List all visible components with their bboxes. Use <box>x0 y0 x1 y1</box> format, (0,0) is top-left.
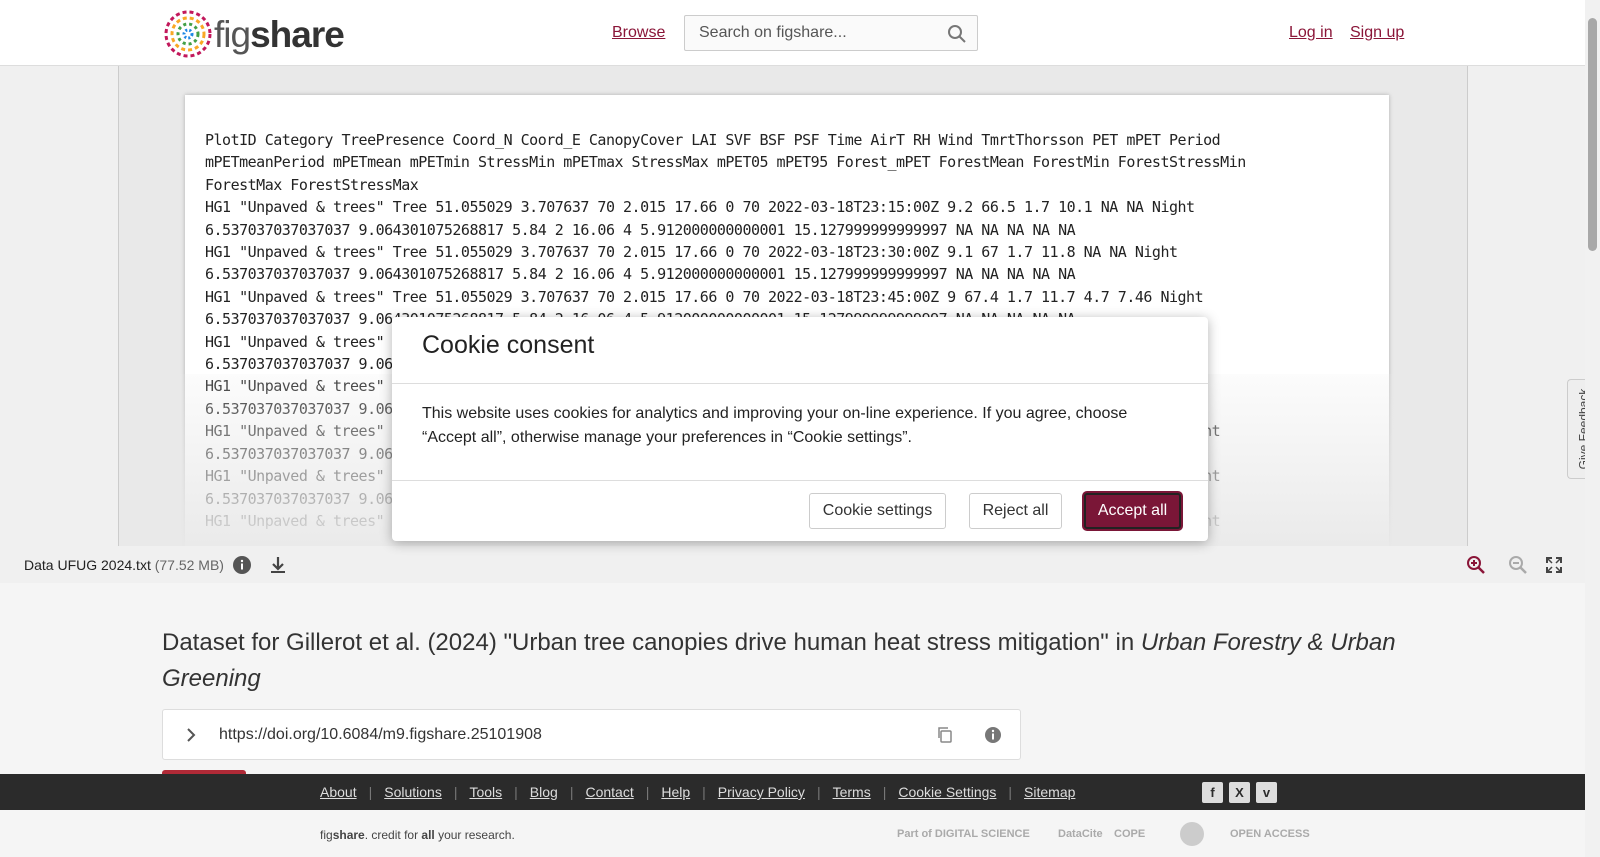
footer-separator: | <box>816 784 821 800</box>
search-box <box>684 15 978 51</box>
signup-link[interactable]: Sign up <box>1350 24 1404 42</box>
datacite-logo[interactable]: DataCite <box>1058 822 1103 846</box>
text-line: HG1 "Unpaved & trees" Tree 51.055029 3.7… <box>205 243 1178 262</box>
accept-all-button[interactable]: Accept all <box>1084 493 1181 529</box>
footer-separator: | <box>645 784 650 800</box>
info-icon[interactable] <box>232 555 252 575</box>
chevron-right-icon[interactable] <box>181 725 201 745</box>
text-line: PlotID Category TreePresence Coord_N Coo… <box>205 131 1221 149</box>
facebook-icon[interactable]: f <box>1202 782 1223 803</box>
digital-science-logo[interactable]: Part of DIGITAL SCIENCE <box>897 822 1030 846</box>
logo-text: figshare <box>214 13 345 55</box>
footer-link-solutions[interactable]: Solutions <box>384 784 442 800</box>
doi-link[interactable]: https://doi.org/10.6084/m9.figshare.2510… <box>219 726 542 744</box>
footer-separator: | <box>368 784 373 800</box>
figshare-logo-icon <box>164 10 212 58</box>
footer-link-about[interactable]: About <box>320 784 357 800</box>
footer-link-blog[interactable]: Blog <box>530 784 558 800</box>
footer-links: About | Solutions | Tools | Blog | Contact | Help |… <box>320 784 1075 800</box>
divider <box>392 480 1208 481</box>
cookie-consent-dialog: Cookie consent This website uses cookies… <box>392 317 1208 541</box>
footer-link-help[interactable]: Help <box>661 784 690 800</box>
text-line: mPETmeanPeriod mPETmean mPETmin StressMi… <box>205 153 1246 172</box>
footer-link-privacy-policy[interactable]: Privacy Policy <box>718 784 805 800</box>
footer-nav: About | Solutions | Tools | Blog | Contact | Help |… <box>0 774 1585 810</box>
partner-seal-logo[interactable] <box>1180 822 1204 846</box>
dataset-title: Dataset for Gillerot et al. (2024) "Urba… <box>162 629 1396 692</box>
text-line: 6.537037037037037 9.064301075268817 5.84… <box>205 265 1076 284</box>
viewer-toolbar: Data UFUG 2024.txt (77.52 MB) <box>0 547 1585 583</box>
download-icon[interactable] <box>268 555 288 575</box>
footer-link-terms[interactable]: Terms <box>833 784 871 800</box>
zoom-out-icon[interactable] <box>1508 555 1528 575</box>
footer-link-cookie-settings[interactable]: Cookie Settings <box>898 784 996 800</box>
footer-link-sitemap[interactable]: Sitemap <box>1024 784 1075 800</box>
page-scrollbar[interactable] <box>1585 0 1600 857</box>
footer-separator: | <box>1008 784 1013 800</box>
doi-box: https://doi.org/10.6084/m9.figshare.2510… <box>162 709 1021 760</box>
file-size: (77.52 MB) <box>154 557 224 573</box>
fullscreen-icon[interactable] <box>1544 555 1564 575</box>
figshare-logo[interactable]: figshare <box>162 8 345 60</box>
item-details: Dataset for Gillerot et al. (2024) "Urba… <box>0 583 1585 776</box>
reject-all-button[interactable]: Reject all <box>969 493 1062 529</box>
footer-separator: | <box>569 784 574 800</box>
vimeo-icon[interactable]: v <box>1256 782 1277 803</box>
footer-link-contact[interactable]: Contact <box>585 784 633 800</box>
cope-logo[interactable]: COPE <box>1114 822 1145 846</box>
search-icon[interactable] <box>947 24 967 44</box>
footer-link-tools[interactable]: Tools <box>469 784 502 800</box>
file-name: Data UFUG 2024.txt (77.52 MB) <box>24 557 224 573</box>
text-line: HG1 "Unpaved & trees" Tree 51.055029 3.7… <box>205 198 1195 217</box>
footer-separator: | <box>702 784 706 800</box>
footer-separator: | <box>514 784 518 800</box>
copy-icon[interactable] <box>935 725 955 745</box>
dialog-body: This website uses cookies for analytics … <box>422 405 1128 446</box>
divider <box>392 383 1208 384</box>
search-input[interactable] <box>685 16 935 50</box>
zoom-in-icon[interactable] <box>1466 555 1486 575</box>
browse-link[interactable]: Browse <box>612 24 665 42</box>
footer-bottom: figshare. credit for all your research. … <box>0 810 1585 857</box>
cookie-settings-button[interactable]: Cookie settings <box>809 493 946 529</box>
open-access-logo[interactable]: OPEN ACCESS <box>1230 822 1310 846</box>
text-line: HG1 "Unpaved & trees" Tree 51.055029 3.7… <box>205 287 1204 306</box>
dialog-title: Cookie consent <box>422 331 595 359</box>
text-line: ForestMax ForestStressMax <box>205 175 419 194</box>
info-icon[interactable] <box>983 725 1003 745</box>
footer-separator: | <box>882 784 887 800</box>
x-twitter-icon[interactable]: X <box>1229 782 1250 803</box>
footer-tagline: figshare. credit for all your research. <box>320 828 515 842</box>
footer-separator: | <box>453 784 458 800</box>
text-line: 6.537037037037037 9.064301075268817 5.84… <box>205 220 1076 239</box>
login-link[interactable]: Log in <box>1289 24 1333 42</box>
site-header: figshare Browse Log in Sign up <box>0 0 1585 66</box>
page-scrollbar-thumb[interactable] <box>1588 18 1597 251</box>
